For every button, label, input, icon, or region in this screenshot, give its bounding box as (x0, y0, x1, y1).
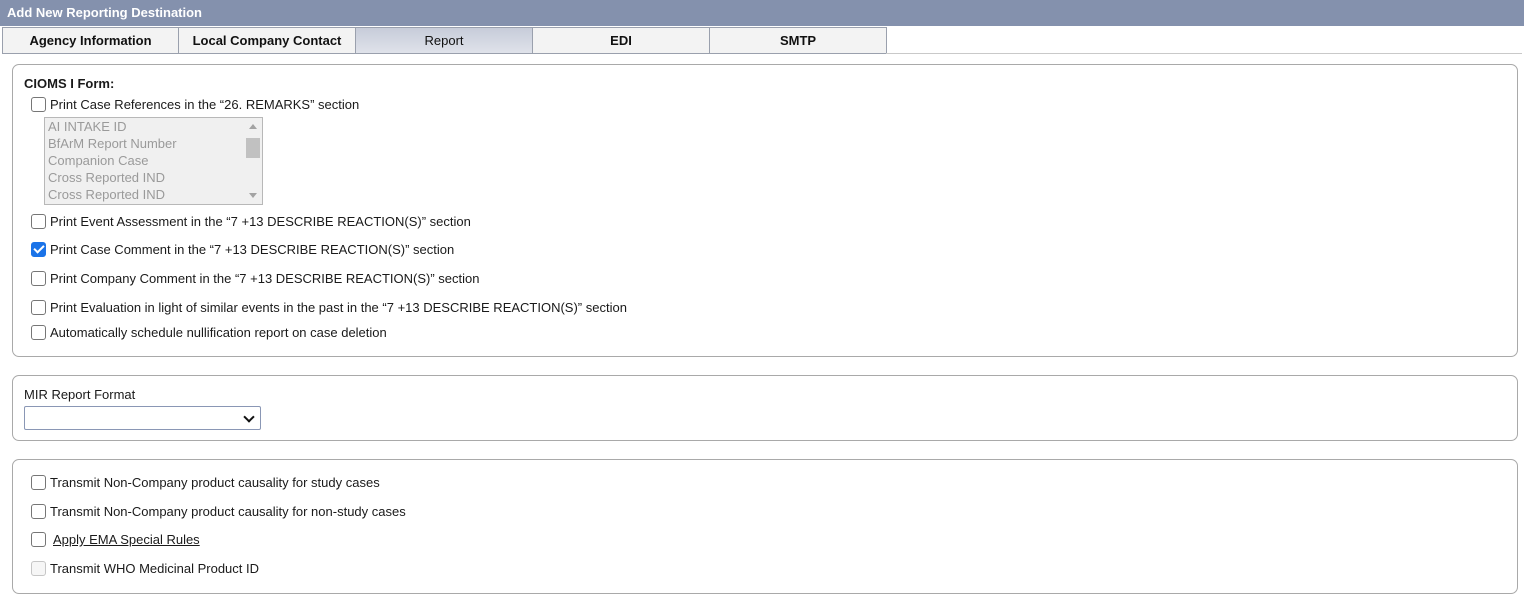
cioms-heading: CIOMS I Form: (24, 76, 115, 91)
case-reference-listbox[interactable]: AI INTAKE ID BfArM Report Number Compani… (44, 117, 263, 205)
transmit-who-product-id-checkbox (31, 561, 46, 576)
non-company-causality-study-checkbox[interactable] (31, 475, 46, 490)
mir-report-format-select[interactable] (24, 406, 261, 430)
scroll-thumb[interactable] (246, 138, 260, 158)
mir-report-format-label: MIR Report Format (24, 387, 136, 402)
tab-smtp[interactable]: SMTP (710, 27, 887, 54)
tab-agency-information[interactable]: Agency Information (2, 27, 179, 54)
list-item[interactable]: BfArM Report Number (48, 136, 177, 151)
apply-ema-special-rules-link[interactable]: Apply EMA Special Rules (53, 532, 200, 547)
tab-divider (886, 53, 1522, 54)
dialog-title: Add New Reporting Destination (0, 0, 1524, 26)
list-item[interactable]: AI INTAKE ID (48, 119, 127, 134)
list-item[interactable]: Cross Reported IND (48, 187, 165, 202)
non-company-causality-nonstudy-checkbox[interactable] (31, 504, 46, 519)
tab-local-company-contact[interactable]: Local Company Contact (179, 27, 356, 54)
print-company-comment-label: Print Company Comment in the “7 +13 DESC… (50, 271, 480, 286)
transmit-who-product-id-label: Transmit WHO Medicinal Product ID (50, 561, 260, 576)
tab-report[interactable]: Report (356, 27, 533, 54)
print-event-assessment-label: Print Event Assessment in the “7 +13 DES… (50, 214, 471, 229)
print-case-comment-label: Print Case Comment in the “7 +13 DESCRIB… (50, 242, 455, 257)
print-case-references-label: Print Case References in the “26. REMARK… (50, 97, 360, 112)
print-event-assessment-checkbox[interactable] (31, 214, 46, 229)
non-company-causality-nonstudy-label: Transmit Non-Company product causality f… (50, 504, 406, 519)
non-company-causality-study-label: Transmit Non-Company product causality f… (50, 475, 380, 490)
auto-nullification-label: Automatically schedule nullification rep… (50, 325, 387, 340)
scroll-up-icon[interactable] (249, 124, 257, 129)
print-company-comment-checkbox[interactable] (31, 271, 46, 286)
listbox-scrollbar[interactable] (244, 118, 262, 204)
list-item[interactable]: Companion Case (48, 153, 148, 168)
list-item[interactable]: Cross Reported IND (48, 170, 165, 185)
print-case-comment-checkbox[interactable] (31, 242, 46, 257)
apply-ema-special-rules-checkbox[interactable] (31, 532, 46, 547)
print-evaluation-checkbox[interactable] (31, 300, 46, 315)
print-evaluation-label: Print Evaluation in light of similar eve… (50, 300, 627, 315)
print-case-references-checkbox[interactable] (31, 97, 46, 112)
tab-bar: Agency Information Local Company Contact… (2, 27, 887, 54)
transmit-section: Transmit Non-Company product causality f… (12, 459, 1518, 594)
tab-edi[interactable]: EDI (533, 27, 710, 54)
mir-section: MIR Report Format (12, 375, 1518, 441)
auto-nullification-checkbox[interactable] (31, 325, 46, 340)
scroll-down-icon[interactable] (249, 193, 257, 198)
cioms-section: CIOMS I Form: Print Case References in t… (12, 64, 1518, 357)
chevron-down-icon (243, 411, 255, 423)
